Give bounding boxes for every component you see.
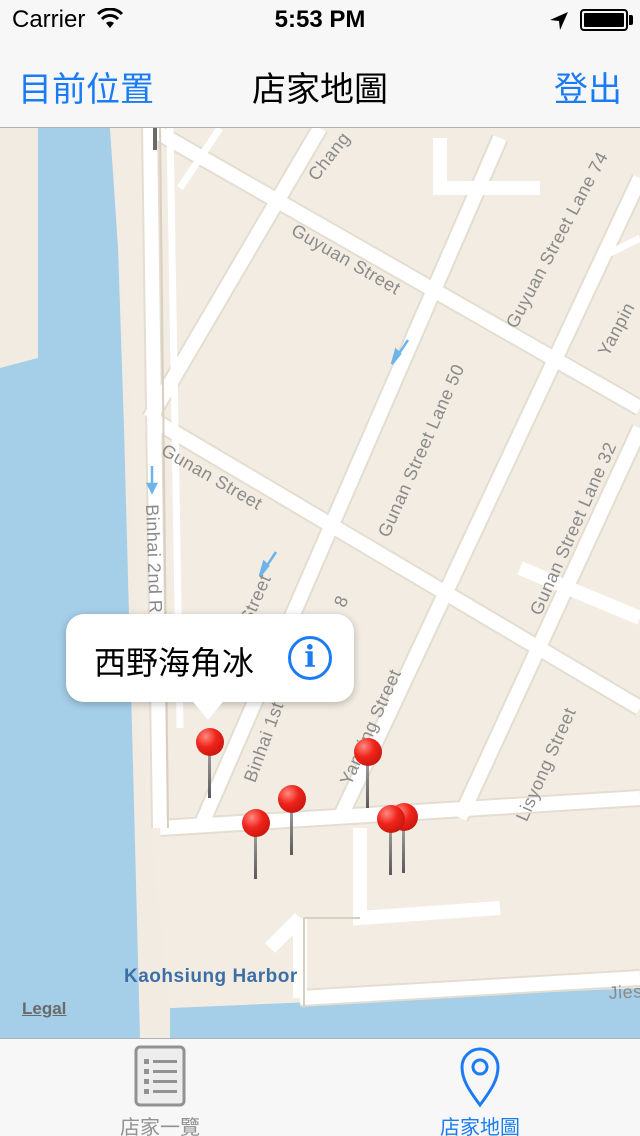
battery-tip [629,15,633,25]
map-view[interactable]: Chang Guyuan Street Guyuan Street Lane 7… [0,128,640,1038]
store-pin[interactable] [354,738,382,808]
store-pin[interactable] [242,809,270,879]
store-callout[interactable]: 西野海角冰 i [66,614,354,720]
info-icon[interactable]: i [288,636,332,680]
street-label: Binhai 2nd R [142,504,166,614]
map-pin-icon [460,1047,500,1107]
street-label: Jies [608,981,640,1003]
location-arrow-icon [550,12,568,30]
logout-button[interactable]: 登出 [554,62,622,111]
store-pin[interactable] [377,805,405,875]
tab-label: 店家一覽 [120,1115,200,1136]
list-icon [134,1045,186,1107]
tab-label: 店家地圖 [440,1115,520,1136]
tab-bar: 店家一覽 店家地圖 [0,1038,640,1136]
callout-tail [190,698,226,720]
status-bar: Carrier 5:53 PM [0,0,640,40]
battery-icon [580,9,628,31]
tab-store-list[interactable]: 店家一覽 [0,1039,320,1136]
clock-time: 5:53 PM [274,6,366,33]
navigation-bar: 目前位置 店家地圖 登出 [0,40,640,128]
harbor-label: Kaohsiung Harbor [124,966,298,987]
page-title: 店家地圖 [252,70,388,110]
store-pin[interactable] [196,728,224,798]
store-pin[interactable] [278,785,306,855]
legal-link[interactable]: Legal [22,999,66,1019]
callout-title: 西野海角冰 [94,644,255,682]
tab-store-map[interactable]: 店家地圖 [320,1039,640,1136]
